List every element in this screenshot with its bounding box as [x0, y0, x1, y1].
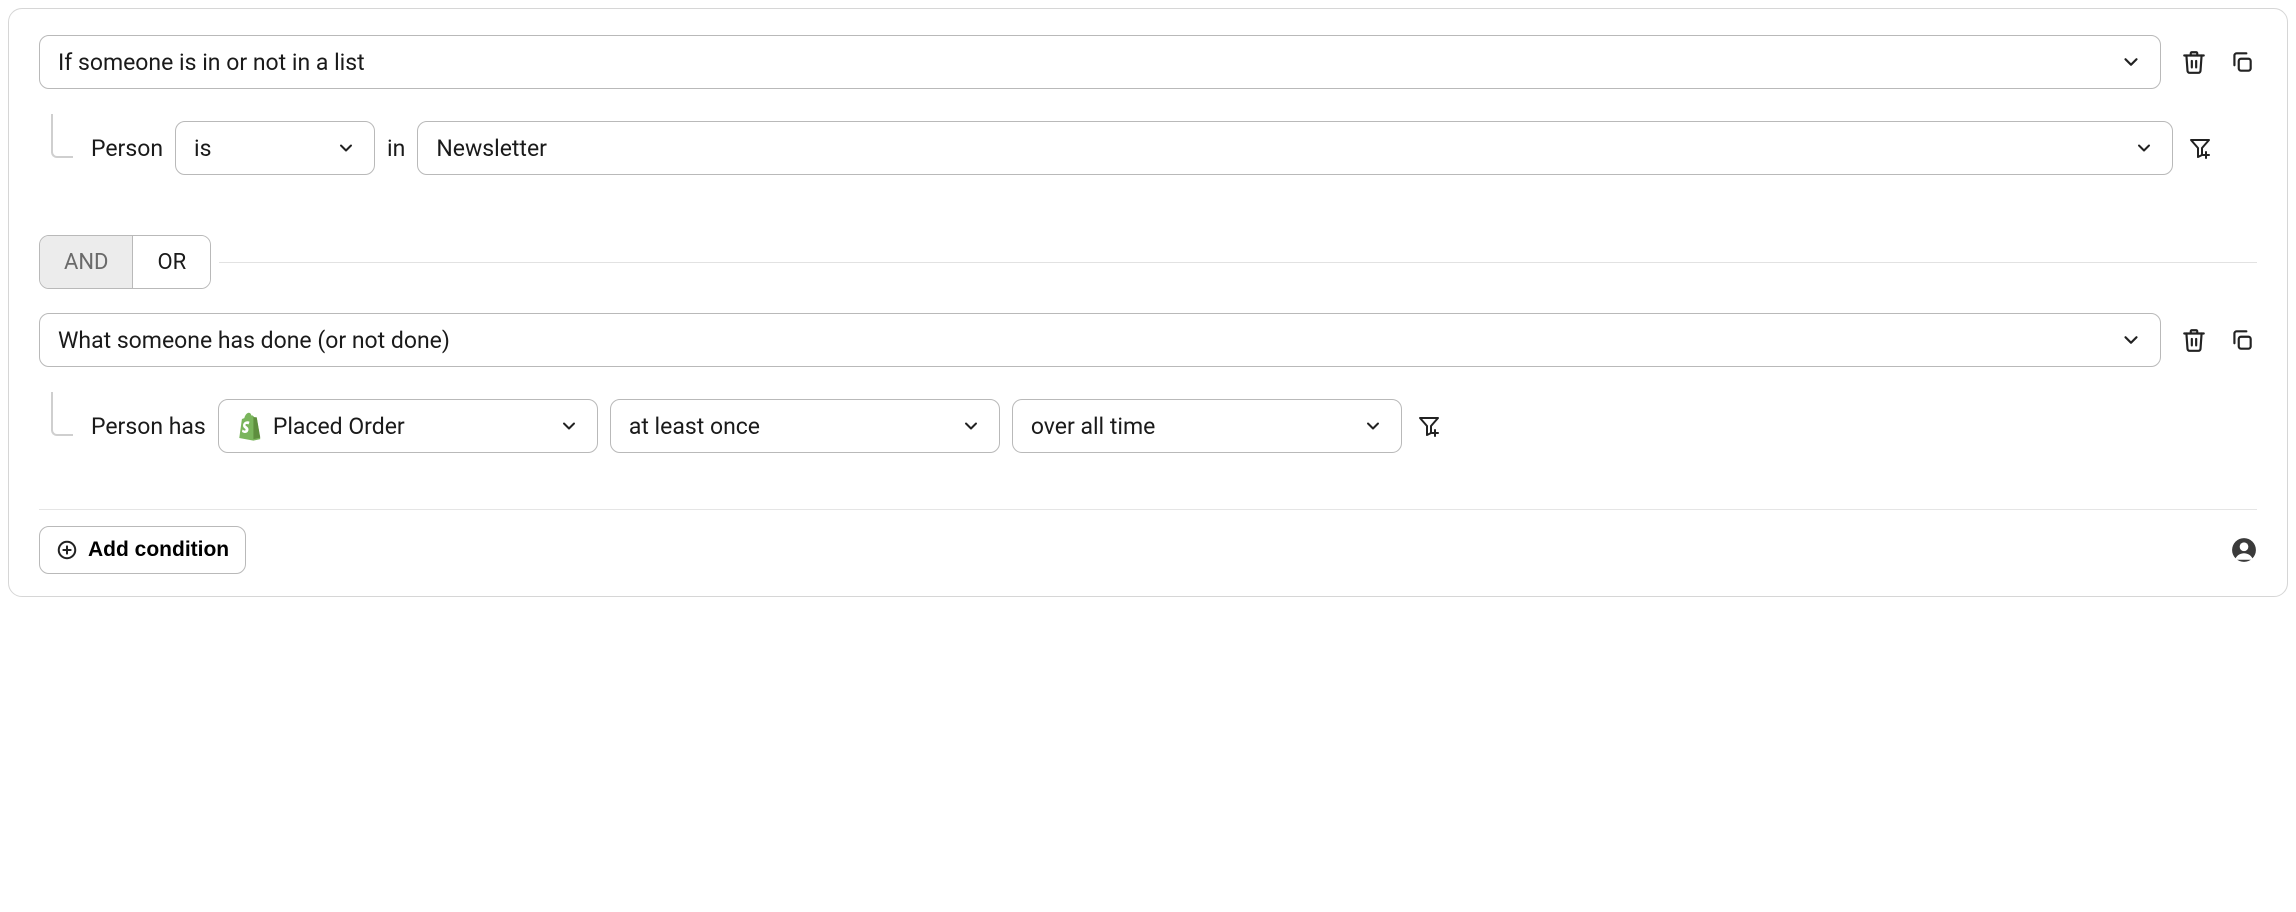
- tree-connector: [51, 392, 73, 436]
- prefix-label: Person has: [91, 413, 206, 440]
- condition-2-subrow: Person has Placed Order at least once ov…: [39, 399, 2257, 453]
- frequency-value: at least once: [629, 413, 760, 440]
- chevron-down-icon: [336, 138, 356, 158]
- operator-select[interactable]: is: [175, 121, 375, 175]
- add-condition-button[interactable]: Add condition: [39, 526, 246, 574]
- chevron-down-icon: [2120, 51, 2142, 73]
- or-toggle[interactable]: OR: [132, 236, 210, 288]
- add-filter-button[interactable]: [1414, 411, 1444, 441]
- connector-line: [219, 262, 2257, 263]
- chevron-down-icon: [2134, 138, 2154, 158]
- prefix-label: Person: [91, 135, 163, 162]
- and-label: AND: [64, 250, 108, 275]
- list-select[interactable]: Newsletter: [417, 121, 2173, 175]
- condition-type-label: What someone has done (or not done): [58, 327, 450, 354]
- event-select[interactable]: Placed Order: [218, 399, 598, 453]
- duplicate-condition-button[interactable]: [2227, 325, 2257, 355]
- delete-condition-button[interactable]: [2179, 47, 2209, 77]
- profile-icon[interactable]: [2231, 537, 2257, 563]
- list-value: Newsletter: [436, 135, 547, 162]
- segment-builder-panel: If someone is in or not in a list Person…: [8, 8, 2288, 597]
- condition-block-2: What someone has done (or not done) Pers…: [39, 313, 2257, 453]
- add-condition-label: Add condition: [88, 538, 229, 562]
- duplicate-condition-button[interactable]: [2227, 47, 2257, 77]
- operator-value: is: [194, 135, 211, 162]
- event-value: Placed Order: [273, 413, 405, 440]
- chevron-down-icon: [2120, 329, 2142, 351]
- and-toggle[interactable]: AND: [40, 236, 132, 288]
- frequency-select[interactable]: at least once: [610, 399, 1000, 453]
- chevron-down-icon: [559, 416, 579, 436]
- condition-type-select[interactable]: If someone is in or not in a list: [39, 35, 2161, 89]
- footer-row: Add condition: [39, 526, 2257, 574]
- logic-connector-row: AND OR: [39, 235, 2257, 289]
- divider: [39, 509, 2257, 510]
- condition-1-subrow: Person is in Newsletter: [39, 121, 2257, 175]
- condition-type-label: If someone is in or not in a list: [58, 49, 365, 76]
- chevron-down-icon: [1363, 416, 1383, 436]
- chevron-down-icon: [961, 416, 981, 436]
- add-filter-button[interactable]: [2185, 133, 2215, 163]
- condition-block-1: If someone is in or not in a list Person…: [39, 35, 2257, 175]
- or-label: OR: [157, 250, 186, 275]
- and-or-toggle: AND OR: [39, 235, 211, 289]
- timeframe-select[interactable]: over all time: [1012, 399, 1402, 453]
- tree-connector: [51, 114, 73, 158]
- plus-circle-icon: [56, 539, 78, 561]
- timeframe-value: over all time: [1031, 413, 1156, 440]
- joiner-label: in: [387, 135, 405, 162]
- shopify-icon: [237, 411, 263, 441]
- delete-condition-button[interactable]: [2179, 325, 2209, 355]
- condition-type-select[interactable]: What someone has done (or not done): [39, 313, 2161, 367]
